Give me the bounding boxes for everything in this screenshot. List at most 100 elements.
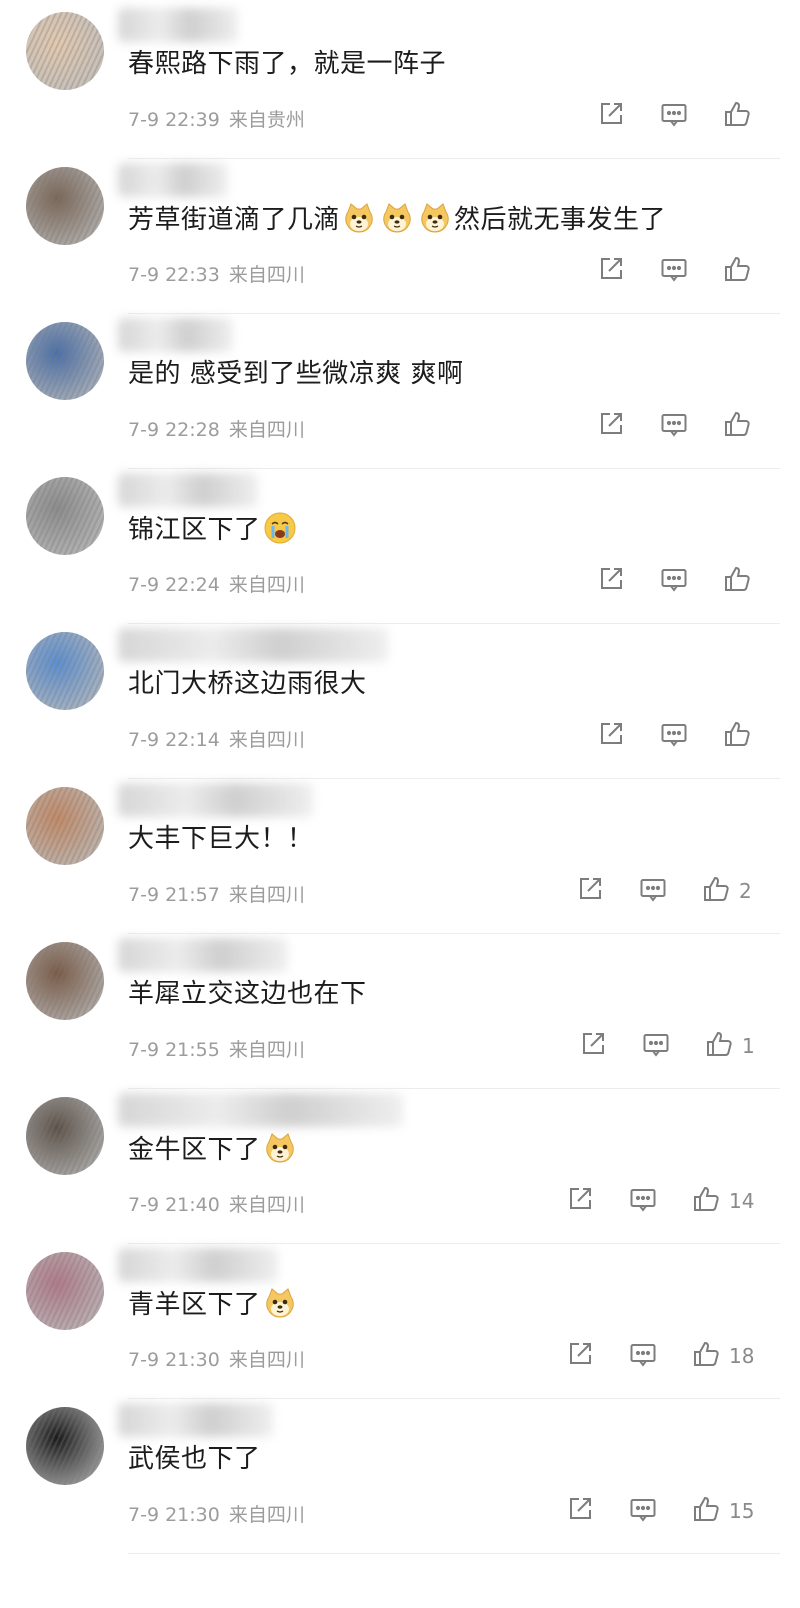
username-redacted[interactable] xyxy=(118,783,313,817)
comment-meta: 7-9 22:33 来自四川 xyxy=(128,260,305,287)
comment-text: 大丰下巨大！！ xyxy=(128,822,314,856)
avatar[interactable] xyxy=(26,167,104,245)
comment-meta: 7-9 22:39 来自贵州 xyxy=(128,105,305,132)
avatar[interactable] xyxy=(26,632,104,710)
comment-item: 羊犀立交这边也在下 7-9 21:55 来自四川 1 xyxy=(0,930,800,1089)
comment-item: 金牛区下了 7-9 21:40 来自四川 14 xyxy=(0,1085,800,1244)
share-button[interactable] xyxy=(565,1495,595,1527)
reply-button[interactable] xyxy=(628,1340,658,1372)
username-redacted[interactable] xyxy=(118,628,388,662)
comment-text-main: 芳草街道滴了几滴 xyxy=(128,205,341,235)
avatar[interactable] xyxy=(26,1407,104,1485)
like-button[interactable]: 14 xyxy=(691,1185,754,1217)
like-count: 14 xyxy=(729,1189,755,1213)
like-count: 18 xyxy=(729,1344,755,1368)
comment-time: 7-9 21:57 xyxy=(128,884,220,906)
thumbs-up-icon xyxy=(722,254,752,289)
share-icon xyxy=(575,874,605,909)
comment-item: 春熙路下雨了，就是一阵子 7-9 22:39 来自贵州 xyxy=(0,0,800,159)
share-button[interactable] xyxy=(596,410,626,442)
share-button[interactable] xyxy=(578,1030,608,1062)
reply-button[interactable] xyxy=(638,875,668,907)
share-button[interactable] xyxy=(575,875,605,907)
comment-text: 锦江区下了 xyxy=(128,512,299,547)
comment-time: 7-9 22:14 xyxy=(128,729,220,751)
share-icon xyxy=(565,1494,595,1529)
thumbs-up-icon xyxy=(722,719,752,754)
avatar[interactable] xyxy=(26,787,104,865)
comment-icon xyxy=(659,254,689,289)
comment-item: 青羊区下了 7-9 21:30 来自四川 18 xyxy=(0,1240,800,1399)
comment-item: 北门大桥这边雨很大 7-9 22:14 来自四川 xyxy=(0,620,800,779)
avatar[interactable] xyxy=(26,477,104,555)
comment-text-main: 大丰下巨大！！ xyxy=(128,824,314,854)
share-icon xyxy=(565,1339,595,1374)
avatar[interactable] xyxy=(26,12,104,90)
like-button[interactable] xyxy=(722,100,752,132)
username-redacted[interactable] xyxy=(118,163,228,197)
comment-time: 7-9 21:40 xyxy=(128,1194,220,1216)
comment-meta: 7-9 21:30 来自四川 xyxy=(128,1500,305,1527)
share-button[interactable] xyxy=(596,720,626,752)
reply-button[interactable] xyxy=(659,100,689,132)
comment-text: 北门大桥这边雨很大 xyxy=(128,667,367,701)
reply-button[interactable] xyxy=(659,255,689,287)
username-redacted[interactable] xyxy=(118,8,238,42)
comment-time: 7-9 21:55 xyxy=(128,1039,220,1061)
comment-text-main: 羊犀立交这边也在下 xyxy=(128,979,367,1009)
reply-button[interactable] xyxy=(641,1030,671,1062)
comment-time: 7-9 21:30 xyxy=(128,1504,220,1526)
comment-meta: 7-9 22:28 来自四川 xyxy=(128,415,305,442)
comment-item: 武侯也下了 7-9 21:30 来自四川 15 xyxy=(0,1395,800,1554)
comment-text: 是的 感受到了些微凉爽 爽啊 xyxy=(128,357,464,391)
reply-button[interactable] xyxy=(659,720,689,752)
username-redacted[interactable] xyxy=(118,473,258,507)
comment-item: 锦江区下了 7-9 22:24 来自四川 xyxy=(0,465,800,624)
comment-text: 春熙路下雨了，就是一阵子 xyxy=(128,47,446,81)
like-button[interactable]: 15 xyxy=(691,1495,754,1527)
reply-button[interactable] xyxy=(659,410,689,442)
share-button[interactable] xyxy=(565,1185,595,1217)
share-button[interactable] xyxy=(596,565,626,597)
thumbs-up-icon xyxy=(722,99,752,134)
comment-text-main: 武侯也下了 xyxy=(128,1444,261,1474)
comment-location: 来自四川 xyxy=(228,884,305,906)
share-button[interactable] xyxy=(596,100,626,132)
comment-text-main: 是的 感受到了些微凉爽 爽啊 xyxy=(128,359,464,389)
comment-icon xyxy=(628,1494,658,1529)
reply-button[interactable] xyxy=(659,565,689,597)
like-button[interactable] xyxy=(722,255,752,287)
comment-feed: 春熙路下雨了，就是一阵子 7-9 22:39 来自贵州 芳草街道滴了几滴 然后就无事… xyxy=(0,0,800,1608)
share-icon xyxy=(596,719,626,754)
like-button[interactable]: 2 xyxy=(701,875,752,907)
username-redacted[interactable] xyxy=(118,1403,273,1437)
thumbs-up-icon xyxy=(691,1494,721,1529)
comment-text-suffix: 然后就无事发生了 xyxy=(454,205,667,235)
avatar[interactable] xyxy=(26,322,104,400)
username-redacted[interactable] xyxy=(118,1248,278,1282)
comment-text-main: 金牛区下了 xyxy=(128,1135,261,1165)
share-button[interactable] xyxy=(596,255,626,287)
avatar[interactable] xyxy=(26,1252,104,1330)
share-button[interactable] xyxy=(565,1340,595,1372)
comment-icon xyxy=(641,1029,671,1064)
avatar[interactable] xyxy=(26,942,104,1020)
comment-time: 7-9 22:39 xyxy=(128,109,220,131)
username-redacted[interactable] xyxy=(118,318,233,352)
comment-time: 7-9 21:30 xyxy=(128,1349,220,1371)
like-button[interactable]: 1 xyxy=(704,1030,755,1062)
reply-button[interactable] xyxy=(628,1495,658,1527)
comment-text-main: 锦江区下了 xyxy=(128,515,261,545)
comment-location: 来自四川 xyxy=(228,419,305,441)
comment-location: 来自四川 xyxy=(228,729,305,751)
avatar[interactable] xyxy=(26,1097,104,1175)
like-button[interactable] xyxy=(722,565,752,597)
username-redacted[interactable] xyxy=(118,938,288,972)
comment-location: 来自四川 xyxy=(228,264,305,286)
like-button[interactable]: 18 xyxy=(691,1340,754,1372)
like-button[interactable] xyxy=(722,720,752,752)
like-button[interactable] xyxy=(722,410,752,442)
username-redacted[interactable] xyxy=(118,1093,403,1127)
reply-button[interactable] xyxy=(628,1185,658,1217)
comment-text-main: 春熙路下雨了，就是一阵子 xyxy=(128,49,447,79)
